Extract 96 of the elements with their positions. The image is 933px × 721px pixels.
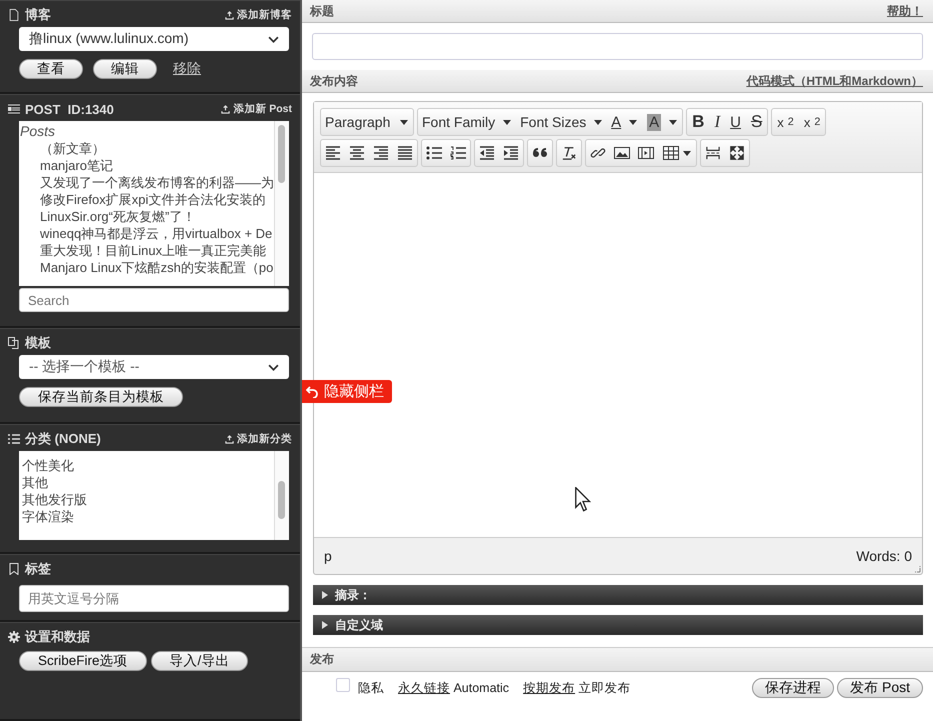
- search-field[interactable]: Search: [19, 288, 289, 312]
- tags-field[interactable]: 用英文逗号分隔: [19, 585, 289, 612]
- blog-select[interactable]: 撸linux (www.lulinux.com): [19, 27, 289, 51]
- post-list-icon: [8, 103, 20, 115]
- title-label: 标题: [310, 2, 334, 20]
- format-dropdown[interactable]: Paragraph: [321, 109, 413, 135]
- settings-button[interactable]: ScribeFire选项: [19, 651, 147, 671]
- chevron-down-icon: [268, 364, 279, 370]
- category-item[interactable]: 个性美化: [22, 457, 274, 474]
- bullet-list-icon: [426, 146, 442, 160]
- font-family-dropdown[interactable]: Font Family: [418, 109, 516, 135]
- title-field[interactable]: [312, 33, 923, 60]
- list-group-label: Posts: [20, 123, 56, 140]
- indent-icon: [503, 146, 519, 160]
- section-title: POST ID:1340: [25, 102, 115, 116]
- background-color-button[interactable]: A: [642, 109, 682, 135]
- post-item[interactable]: 修改Firefox扩展xpi文件并合法化安装的: [20, 191, 274, 208]
- template-select[interactable]: -- 选择一个模板 --: [19, 355, 289, 379]
- font-size-dropdown[interactable]: Font Sizes: [516, 109, 606, 135]
- publish-button[interactable]: 发布 Post: [837, 678, 923, 698]
- post-item[interactable]: 又发现了一个离线发布博客的利器——为: [20, 174, 274, 191]
- category-list[interactable]: 个性美化 其他 其他发行版 字体渲染: [19, 451, 289, 540]
- code-mode-link[interactable]: 代码模式（HTML和Markdown）: [746, 72, 923, 90]
- scrollbar-thumb[interactable]: [278, 481, 285, 519]
- quote-icon: [532, 146, 548, 160]
- link-icon: [590, 146, 606, 160]
- add-post-link[interactable]: 添加新 Post: [221, 102, 292, 116]
- word-count: Words: 0: [856, 548, 912, 564]
- film-icon: [638, 146, 654, 160]
- triangle-icon: [321, 590, 329, 600]
- schedule-link[interactable]: 按期发布: [523, 680, 576, 694]
- resize-grip-icon[interactable]: [913, 565, 921, 573]
- italic-button[interactable]: I: [709, 109, 726, 135]
- section-title: 模板: [25, 334, 52, 352]
- upload-icon: [225, 434, 234, 444]
- content-label: 发布内容: [310, 72, 358, 90]
- private-checkbox[interactable]: [336, 678, 350, 692]
- section-title: 博客: [25, 6, 52, 24]
- copy-icon: [8, 337, 20, 349]
- triangle-icon: [321, 620, 329, 630]
- align-icon: [349, 146, 365, 160]
- scrollbar-thumb[interactable]: [278, 125, 285, 183]
- section-title: 分类 (NONE): [25, 430, 102, 448]
- upload-icon: [221, 104, 230, 114]
- document-icon: [8, 9, 20, 21]
- upload-icon: [225, 10, 234, 20]
- clear-format-icon: [561, 146, 577, 160]
- list-icon: [8, 433, 20, 445]
- permalink-setting: 永久链接 Automatic: [398, 680, 510, 696]
- text-color-button[interactable]: A: [606, 109, 642, 135]
- save-template-button[interactable]: 保存当前条目为模板: [19, 387, 183, 407]
- add-blog-link[interactable]: 添加新博客: [225, 8, 292, 22]
- post-item[interactable]: manjaro笔记: [20, 157, 274, 174]
- category-item[interactable]: 字体渲染: [22, 508, 274, 525]
- align-icon: [325, 146, 341, 160]
- bold-button[interactable]: B: [687, 109, 710, 135]
- blog-button[interactable]: 编辑: [93, 59, 157, 79]
- post-item[interactable]: LinuxSir.org“死灰复燃”了！: [20, 208, 274, 225]
- table-icon: [663, 146, 679, 160]
- fullscreen-icon: [729, 146, 745, 160]
- settings-button[interactable]: 导入/导出: [150, 651, 248, 671]
- add-category-link[interactable]: 添加新分类: [225, 432, 292, 446]
- element-path: p: [324, 548, 332, 564]
- publish-label: 发布: [310, 651, 334, 668]
- outdent-icon: [479, 146, 495, 160]
- mouse-pointer-icon: [575, 487, 591, 512]
- post-list[interactable]: Posts （新文章） manjaro笔记 又发现了一个离线发布博客的利器——为 修改Firefox扩展xpi文件并合法化安装的 LinuxSir.org“死灰复燃”了！ wineqq神马都是浮云，用virtualbox + De 重大发现！目前Linux上唯一真正完美能 Manjaro Linux下炫酷zsh的安装配置（po: [19, 121, 289, 286]
- post-item[interactable]: （新文章）: [20, 140, 274, 157]
- hide-sidebar-tab[interactable]: 隐藏侧栏: [302, 380, 392, 403]
- permalink-link[interactable]: 永久链接: [398, 680, 450, 694]
- align-icon: [373, 146, 389, 160]
- collapsible-panel[interactable]: 摘录：: [313, 585, 923, 605]
- bookmark-icon: [8, 563, 20, 575]
- align-icon: [397, 146, 413, 160]
- chevron-down-icon: [268, 36, 279, 42]
- page-break-icon: [705, 146, 721, 160]
- undo-arrow-icon: [306, 386, 318, 398]
- post-item[interactable]: 重大发现！目前Linux上唯一真正完美能: [20, 242, 274, 259]
- post-item[interactable]: Manjaro Linux下炫酷zsh的安装配置（po: [20, 259, 274, 276]
- image-icon: [614, 146, 630, 160]
- post-item[interactable]: wineqq神马都是浮云，用virtualbox + De: [20, 225, 274, 242]
- help-link[interactable]: 帮助！: [887, 2, 923, 20]
- publish-button[interactable]: 保存进程: [752, 678, 834, 698]
- gear-icon: [8, 631, 20, 643]
- schedule-setting: 按期发布 立即发布: [523, 680, 631, 696]
- numbered-list-icon: [450, 146, 466, 160]
- remove-link[interactable]: 移除: [173, 60, 201, 78]
- strikethrough-button[interactable]: S: [746, 109, 768, 135]
- category-item[interactable]: 其他: [22, 474, 274, 491]
- category-item[interactable]: 其他发行版: [22, 491, 274, 508]
- section-title: 设置和数据: [25, 628, 91, 646]
- private-label: 隐私: [358, 680, 384, 696]
- section-title: 标签: [25, 560, 52, 578]
- underline-button[interactable]: U: [725, 109, 746, 135]
- collapsible-panel[interactable]: 自定义域: [313, 615, 923, 635]
- blog-button[interactable]: 查看: [19, 59, 83, 79]
